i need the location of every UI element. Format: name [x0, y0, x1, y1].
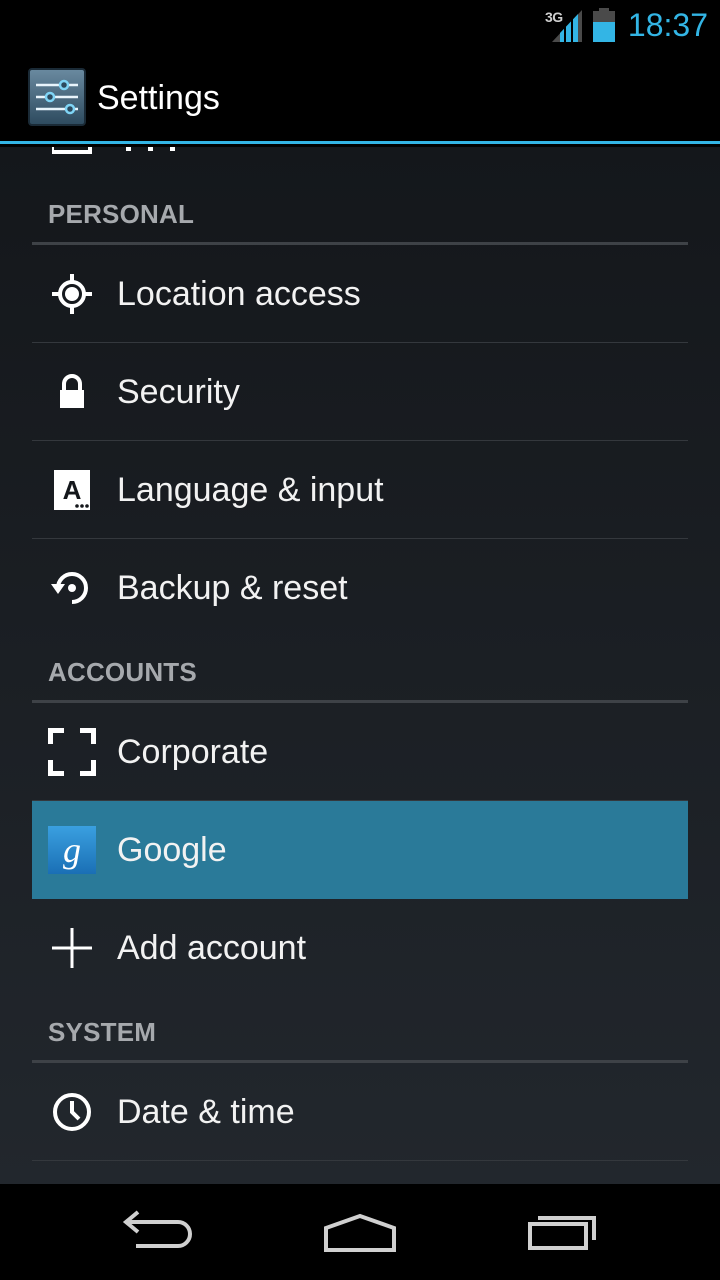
corporate-icon: [48, 728, 96, 776]
settings-item-date-time[interactable]: Date & time: [32, 1063, 688, 1161]
settings-item-label: Date & time: [117, 1093, 295, 1131]
settings-item-location-access[interactable]: Location access: [32, 245, 688, 343]
settings-item-label: Backup & reset: [117, 569, 348, 607]
settings-item-label: Security: [117, 373, 240, 411]
status-bar: 3G 18:37: [0, 0, 720, 50]
settings-item-security[interactable]: Security: [32, 343, 688, 441]
settings-item-language-input[interactable]: A Language & input: [32, 441, 688, 539]
back-icon[interactable]: [120, 1210, 198, 1256]
section-header-system: SYSTEM: [32, 965, 688, 1063]
section-header-label: ACCOUNTS: [48, 657, 197, 687]
recent-apps-icon[interactable]: [524, 1210, 602, 1256]
section-header-label: SYSTEM: [48, 1017, 157, 1047]
settings-item-label: Location access: [117, 275, 361, 313]
lock-icon: [60, 374, 84, 408]
settings-item-corporate[interactable]: Corporate: [32, 703, 688, 801]
settings-item-label: Corporate: [117, 733, 269, 771]
location-icon: [52, 274, 92, 314]
action-bar: Settings: [0, 50, 720, 144]
settings-item-label: Language & input: [117, 471, 384, 509]
status-time: 18:37: [627, 7, 708, 43]
page-title: Settings: [97, 79, 220, 117]
navigation-bar: [0, 1184, 720, 1280]
battery-icon: [593, 8, 615, 42]
section-header-label: PERSONAL: [48, 199, 195, 229]
section-header-accounts: ACCOUNTS: [32, 605, 688, 703]
svg-text:A: A: [63, 475, 82, 505]
screen: 3G 18:37 Settings PERSONAL Location acce…: [0, 0, 720, 1280]
svg-text:g: g: [63, 830, 81, 870]
settings-item-label: Google: [117, 831, 227, 869]
clock-icon: [53, 1093, 91, 1131]
settings-sliders-icon[interactable]: [28, 68, 86, 126]
settings-item-google[interactable]: g Google: [32, 801, 688, 899]
section-header-personal: PERSONAL: [32, 147, 688, 245]
home-icon[interactable]: [320, 1210, 400, 1256]
google-icon: g: [48, 826, 96, 874]
keyboard-a-icon: A: [54, 470, 90, 510]
settings-item-label: Add account: [117, 929, 307, 967]
settings-list[interactable]: PERSONAL Location access Security A Lang…: [0, 147, 720, 1184]
signal-icon: [552, 10, 582, 42]
